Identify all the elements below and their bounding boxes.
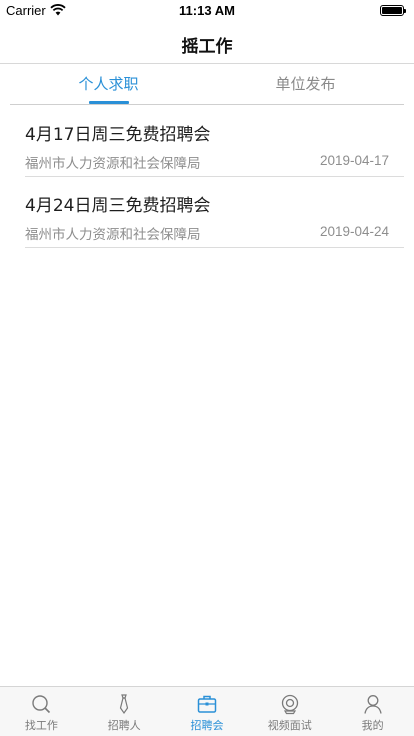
battery-icon	[380, 5, 406, 16]
webcam-icon	[281, 694, 298, 715]
page-title: 摇工作	[181, 37, 233, 57]
segment-tabs: 个人求职 单位发布	[10, 64, 404, 105]
tab-personal-job-search[interactable]: 个人求职	[10, 64, 207, 105]
list-item[interactable]: 4月17日周三免费招聘会 福州市人力资源和社会保障局 2019-04-17	[25, 106, 404, 177]
search-icon	[32, 695, 51, 714]
bottom-tab-bar: 找工作 招聘人 招聘会 视频面试 我的	[0, 686, 414, 736]
tab-label: 我的	[361, 719, 384, 732]
job-fair-organizer: 福州市人力资源和社会保障局	[25, 156, 201, 172]
person-icon	[363, 695, 382, 714]
job-fair-title: 4月17日周三免费招聘会	[25, 125, 211, 145]
tab-job-fair[interactable]: 招聘会	[166, 687, 249, 736]
tie-icon	[120, 694, 129, 715]
tab-find-job[interactable]: 找工作	[0, 687, 83, 736]
briefcase-icon	[197, 695, 217, 713]
job-fair-title: 4月24日周三免费招聘会	[25, 196, 211, 216]
job-fair-date: 2019-04-17	[319, 153, 389, 168]
tab-employer-posting[interactable]: 单位发布	[207, 64, 404, 105]
list-item[interactable]: 4月24日周三免费招聘会 福州市人力资源和社会保障局 2019-04-24	[25, 177, 404, 248]
tab-label: 找工作	[24, 719, 58, 732]
job-fair-list: 4月17日周三免费招聘会 福州市人力资源和社会保障局 2019-04-17 4月…	[25, 106, 404, 248]
tab-profile[interactable]: 我的	[331, 687, 414, 736]
tab-label: 招聘人	[107, 719, 141, 732]
job-fair-date: 2019-04-24	[319, 224, 389, 239]
app-screen: Carrier 11:13 AM 摇工作 个人求职 单位发布 4月17日周三免费…	[0, 0, 414, 736]
job-fair-organizer: 福州市人力资源和社会保障局	[25, 227, 201, 243]
tab-video-interview[interactable]: 视频面试	[248, 687, 331, 736]
active-tab-indicator	[89, 101, 129, 104]
tab-label: 招聘会	[190, 719, 224, 732]
status-time: 11:13 AM	[179, 3, 235, 18]
tab-recruit[interactable]: 招聘人	[83, 687, 166, 736]
status-bar: Carrier 11:13 AM	[0, 0, 414, 20]
tab-label: 视频面试	[267, 719, 312, 732]
navigation-bar: 摇工作	[0, 20, 414, 64]
